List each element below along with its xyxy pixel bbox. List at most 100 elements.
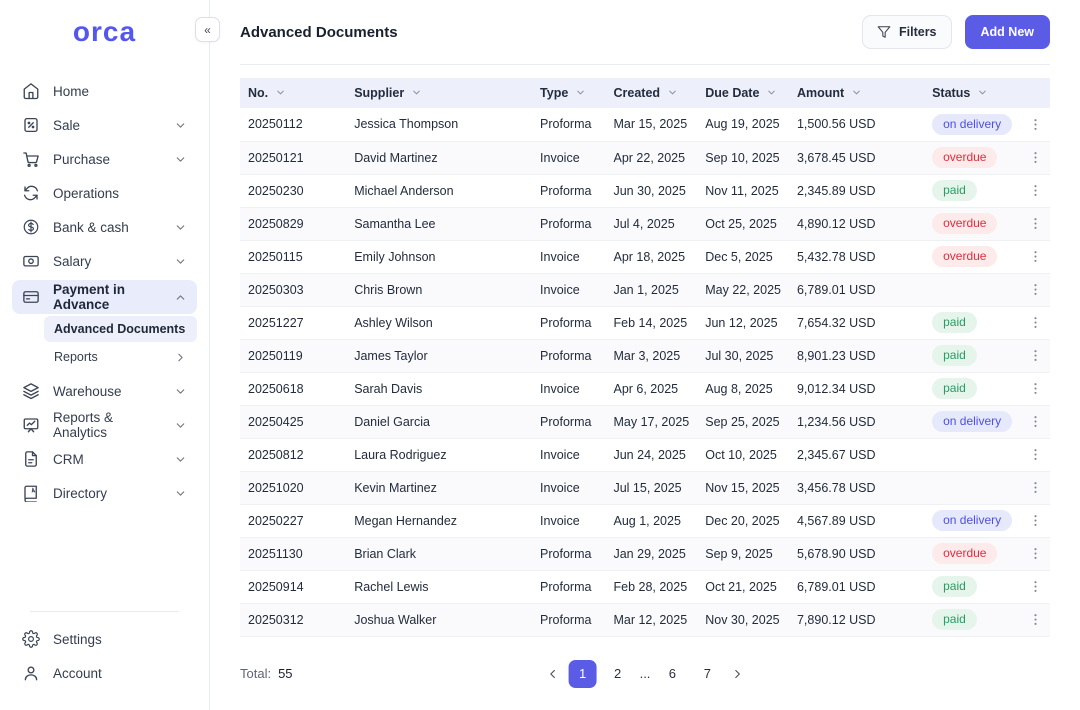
table-row[interactable]: 20250230 Michael Anderson Proforma Jun 3…	[240, 174, 1050, 207]
page-button-1[interactable]: 1	[569, 660, 597, 688]
status-badge: paid	[932, 345, 977, 366]
cell-amount: 6,789.01 USD	[789, 570, 924, 603]
row-actions-button[interactable]	[1024, 542, 1047, 565]
chevron-right-icon	[174, 351, 187, 364]
chevron-down-icon	[174, 119, 187, 132]
cell-amount: 2,345.89 USD	[789, 174, 924, 207]
add-new-button[interactable]: Add New	[965, 15, 1050, 49]
row-actions-button[interactable]	[1024, 410, 1047, 433]
sidebar-item-account[interactable]: Account	[12, 656, 197, 690]
table-row[interactable]: 20250119 James Taylor Proforma Mar 3, 20…	[240, 339, 1050, 372]
table-row[interactable]: 20250914 Rachel Lewis Proforma Feb 28, 2…	[240, 570, 1050, 603]
cell-status: paid	[924, 174, 1020, 207]
row-actions-button[interactable]	[1024, 608, 1047, 631]
cell-no: 20250121	[240, 141, 346, 174]
row-actions-button[interactable]	[1024, 377, 1047, 400]
collapse-icon: «	[204, 24, 211, 36]
cell-status: on delivery	[924, 108, 1020, 141]
chevron-up-icon	[174, 291, 187, 304]
refresh-icon	[22, 184, 40, 202]
cell-due-date: Oct 25, 2025	[697, 207, 789, 240]
sidebar-item-purchase[interactable]: Purchase	[12, 142, 197, 176]
sidebar-subitem-reports[interactable]: Reports	[44, 344, 197, 370]
table-row[interactable]: 20250829 Samantha Lee Proforma Jul 4, 20…	[240, 207, 1050, 240]
cell-status: paid	[924, 306, 1020, 339]
status-badge: paid	[932, 609, 977, 630]
gear-icon	[22, 630, 40, 648]
cell-actions	[1020, 141, 1050, 174]
cell-type: Proforma	[532, 570, 605, 603]
filters-button[interactable]: Filters	[862, 15, 952, 49]
sidebar-item-payment-in-advance[interactable]: Payment in Advance	[12, 280, 197, 314]
table-row[interactable]: 20250425 Daniel Garcia Proforma May 17, …	[240, 405, 1050, 438]
table-row[interactable]: 20250303 Chris Brown Invoice Jan 1, 2025…	[240, 273, 1050, 306]
page-button-7[interactable]: 7	[693, 660, 721, 688]
cell-amount: 1,500.56 USD	[789, 108, 924, 141]
table-row[interactable]: 20250121 David Martinez Invoice Apr 22, …	[240, 141, 1050, 174]
chevron-down-icon	[174, 487, 187, 500]
cell-created: Jul 4, 2025	[605, 207, 697, 240]
cell-amount: 8,901.23 USD	[789, 339, 924, 372]
table-row[interactable]: 20251130 Brian Clark Proforma Jan 29, 20…	[240, 537, 1050, 570]
cell-created: Aug 1, 2025	[605, 504, 697, 537]
sidebar-item-salary[interactable]: Salary	[12, 244, 197, 278]
table-row[interactable]: 20251227 Ashley Wilson Proforma Feb 14, …	[240, 306, 1050, 339]
sidebar-subitem-advanced-documents[interactable]: Advanced Documents	[44, 316, 197, 342]
column-header-amount[interactable]: Amount	[789, 78, 924, 108]
row-actions-button[interactable]	[1024, 212, 1047, 235]
sidebar-item-operations[interactable]: Operations	[12, 176, 197, 210]
chevron-down-icon	[174, 385, 187, 398]
row-actions-button[interactable]	[1024, 179, 1047, 202]
table-row[interactable]: 20250227 Megan Hernandez Invoice Aug 1, …	[240, 504, 1050, 537]
next-page-button[interactable]	[728, 665, 746, 683]
row-actions-button[interactable]	[1024, 278, 1047, 301]
column-header-due-date[interactable]: Due Date	[697, 78, 789, 108]
cell-amount: 7,890.12 USD	[789, 603, 924, 636]
column-header-supplier[interactable]: Supplier	[346, 78, 532, 108]
cell-amount: 4,890.12 USD	[789, 207, 924, 240]
sidebar-item-settings[interactable]: Settings	[12, 622, 197, 656]
sidebar: orca « Home Sale Purchase Operations	[0, 0, 210, 710]
sort-chevron-icon	[667, 87, 678, 101]
column-header-status[interactable]: Status	[924, 78, 1020, 108]
page-button-6[interactable]: 6	[658, 660, 686, 688]
cell-no: 20250829	[240, 207, 346, 240]
cell-due-date: Jul 30, 2025	[697, 339, 789, 372]
page-button-2[interactable]: 2	[604, 660, 632, 688]
table-row[interactable]: 20250312 Joshua Walker Proforma Mar 12, …	[240, 603, 1050, 636]
sidebar-item-warehouse[interactable]: Warehouse	[12, 374, 197, 408]
column-header-type[interactable]: Type	[532, 78, 605, 108]
row-actions-button[interactable]	[1024, 509, 1047, 532]
cell-due-date: Aug 19, 2025	[697, 108, 789, 141]
row-actions-button[interactable]	[1024, 575, 1047, 598]
cell-status	[924, 471, 1020, 504]
sidebar-item-directory[interactable]: Directory	[12, 476, 197, 510]
cell-status: paid	[924, 603, 1020, 636]
sidebar-item-crm[interactable]: CRM	[12, 442, 197, 476]
table-row[interactable]: 20250618 Sarah Davis Invoice Apr 6, 2025…	[240, 372, 1050, 405]
row-actions-button[interactable]	[1024, 113, 1047, 136]
cell-created: Mar 15, 2025	[605, 108, 697, 141]
row-actions-button[interactable]	[1024, 344, 1047, 367]
table-row[interactable]: 20251020 Kevin Martinez Invoice Jul 15, …	[240, 471, 1050, 504]
column-header-created[interactable]: Created	[605, 78, 697, 108]
cell-created: Apr 18, 2025	[605, 240, 697, 273]
row-actions-button[interactable]	[1024, 146, 1047, 169]
sidebar-nav: Home Sale Purchase Operations Bank & cas…	[0, 74, 209, 510]
row-actions-button[interactable]	[1024, 245, 1047, 268]
sidebar-item-bank-cash[interactable]: Bank & cash	[12, 210, 197, 244]
table-row[interactable]: 20250115 Emily Johnson Invoice Apr 18, 2…	[240, 240, 1050, 273]
table-row[interactable]: 20250112 Jessica Thompson Proforma Mar 1…	[240, 108, 1050, 141]
prev-page-button[interactable]	[544, 665, 562, 683]
chevron-down-icon	[174, 153, 187, 166]
column-header-no[interactable]: No.	[240, 78, 346, 108]
status-badge: on delivery	[932, 510, 1012, 531]
sidebar-collapse-button[interactable]: «	[195, 17, 220, 42]
sidebar-item-home[interactable]: Home	[12, 74, 197, 108]
sidebar-item-sale[interactable]: Sale	[12, 108, 197, 142]
row-actions-button[interactable]	[1024, 476, 1047, 499]
row-actions-button[interactable]	[1024, 443, 1047, 466]
table-row[interactable]: 20250812 Laura Rodriguez Invoice Jun 24,…	[240, 438, 1050, 471]
row-actions-button[interactable]	[1024, 311, 1047, 334]
sidebar-item-reports-analytics[interactable]: Reports & Analytics	[12, 408, 197, 442]
